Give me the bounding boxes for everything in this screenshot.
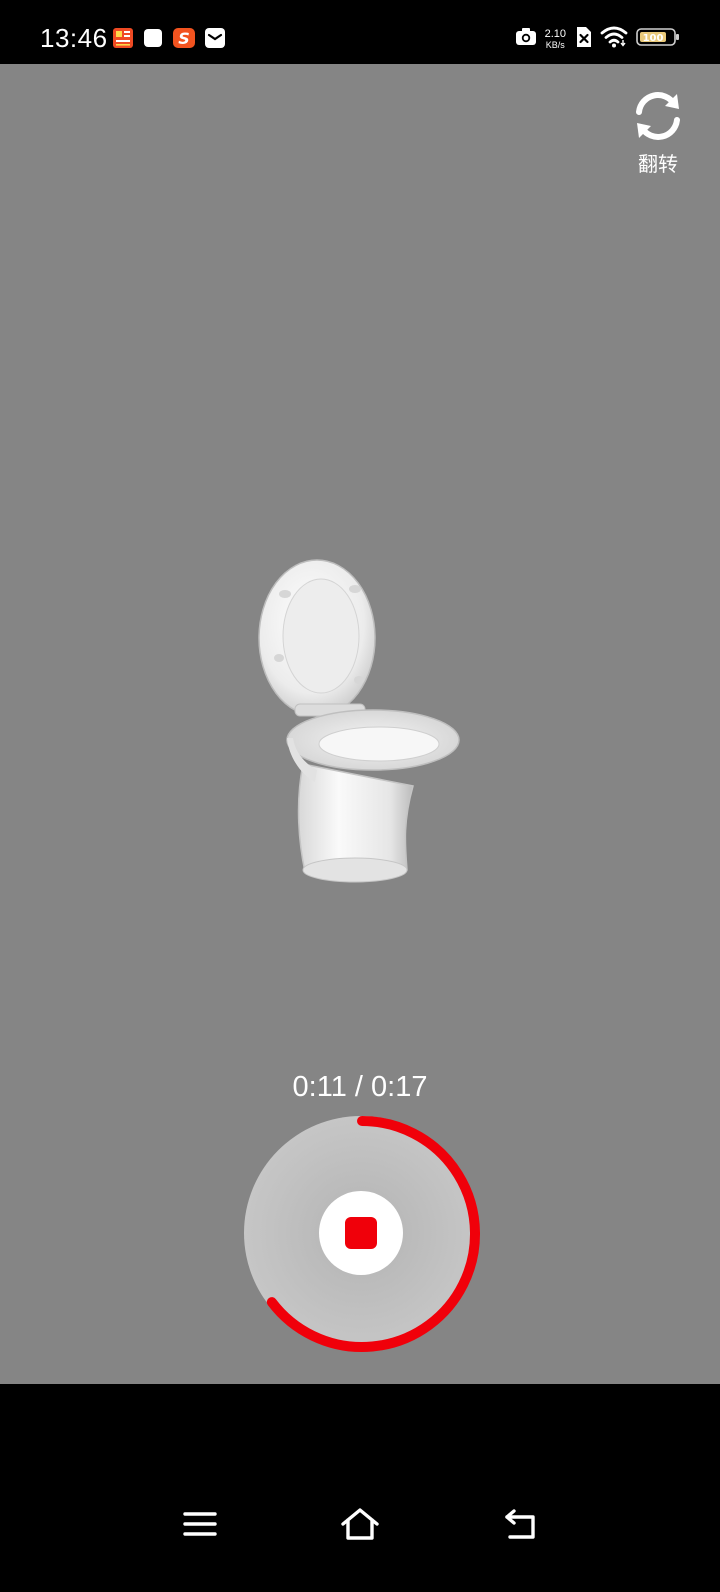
menu-icon (183, 1510, 217, 1543)
svg-text:100: 100 (643, 33, 664, 44)
sogou-input-icon: S (172, 27, 196, 54)
flip-camera-button[interactable]: 翻转 (626, 90, 690, 177)
sim-off-icon (574, 26, 592, 53)
home-button[interactable] (336, 1502, 384, 1550)
camera-icon (515, 27, 537, 52)
stop-recording-button[interactable] (319, 1191, 403, 1275)
system-status: 2.10 KB/s 100 (515, 26, 680, 53)
wifi-icon (600, 26, 628, 53)
back-button[interactable] (496, 1502, 544, 1550)
toilet-image (255, 554, 465, 889)
white-app-icon (142, 27, 164, 54)
back-icon (502, 1508, 538, 1545)
camera-viewfinder[interactable]: 翻转 0:11 / 0:17 (0, 64, 720, 1384)
status-time: 13:46 (40, 23, 108, 53)
flip-camera-icon (629, 90, 687, 147)
recording-timer: 0:11 / 0:17 (292, 1071, 428, 1103)
record-control (242, 1114, 482, 1354)
net-speed-unit: KB/s (545, 40, 565, 50)
mail-app-icon (204, 27, 226, 54)
flip-label: 翻转 (638, 154, 678, 176)
home-icon (340, 1507, 380, 1546)
net-speed-value: 2.10 (544, 28, 566, 40)
battery-icon: 100 (636, 27, 680, 52)
network-speed: 2.10 KB/s (544, 28, 566, 51)
menu-button[interactable] (176, 1502, 224, 1550)
svg-text:S: S (178, 29, 190, 48)
notification-icons: S (112, 27, 226, 54)
stop-icon (345, 1217, 377, 1249)
navigation-bar (0, 1384, 720, 1592)
news-app-icon (112, 27, 134, 54)
status-bar: 13:46 S 2.10 KB/s 100 (0, 0, 720, 64)
